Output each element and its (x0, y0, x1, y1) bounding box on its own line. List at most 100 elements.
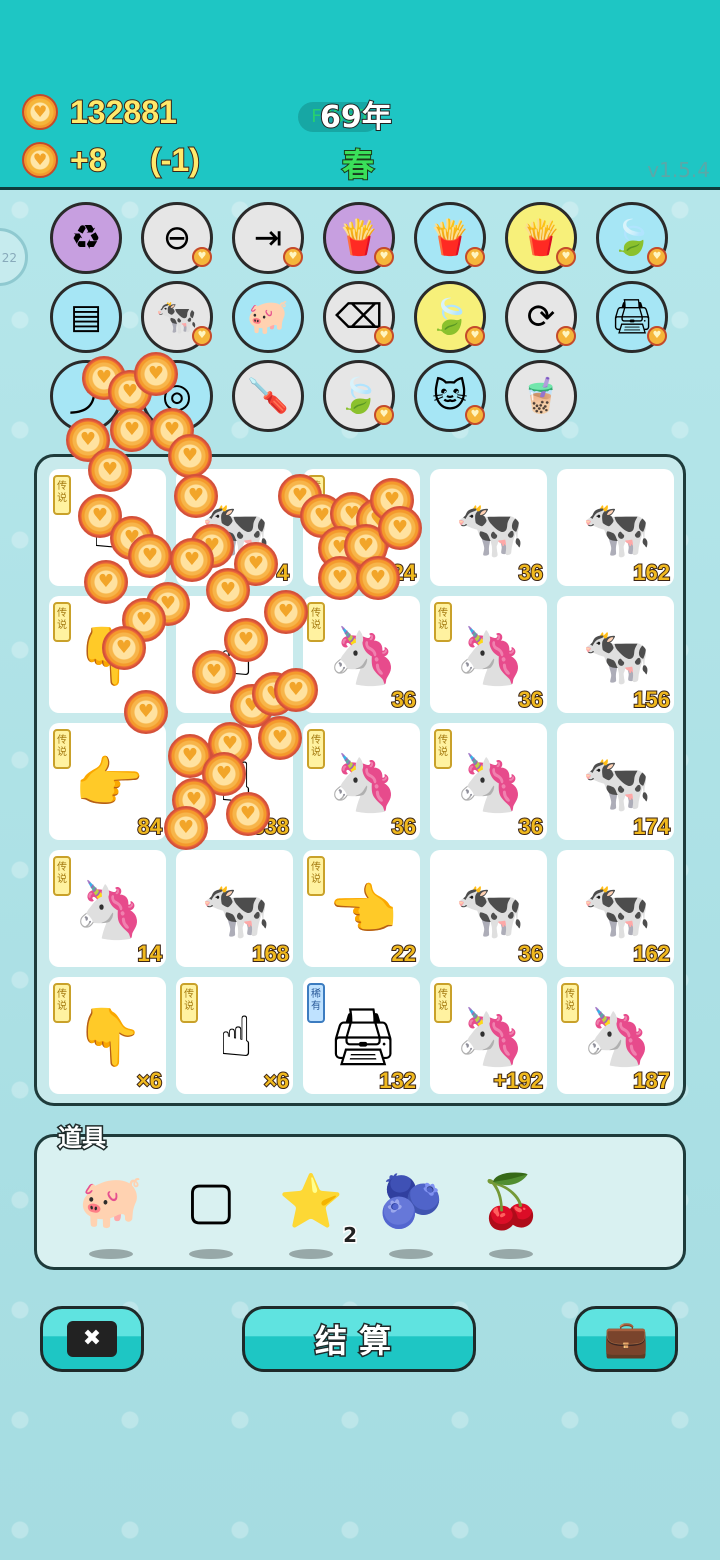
coin-badge-icon: ♥ (465, 405, 485, 425)
coin-icon: ♥ (168, 434, 212, 478)
board-cell[interactable]: 🐄 36 (430, 850, 547, 967)
board-cell[interactable]: 传说 👉 84 (49, 723, 166, 840)
cow-icon: 🐄 (582, 497, 652, 562)
ability-button[interactable]: 🧋 (505, 360, 577, 432)
coin-badge-icon: ♥ (374, 326, 394, 346)
item-count: 2 (342, 1222, 359, 1249)
ability-button[interactable]: 🖨 ♥ (596, 281, 668, 353)
ability-button[interactable]: 🍃 ♥ (414, 281, 486, 353)
piggy-bank-icon: 🐖 (78, 1171, 144, 1232)
board-cell[interactable]: 传说 🦄 36 (303, 723, 420, 840)
recycle-icon: ♻ (70, 218, 102, 258)
coin-icon (22, 94, 58, 130)
cow-icon: 🐄 (455, 497, 525, 562)
blueberry-icon: 🫐 (378, 1171, 444, 1232)
unicorn-icon: 🦄 (328, 751, 398, 816)
coin-badge-icon: ♥ (374, 247, 394, 267)
remove-icon: ✖ (67, 1321, 117, 1357)
frame-icon: ▢ (186, 1171, 236, 1231)
board-cell[interactable]: 🐄 174 (557, 723, 674, 840)
bag-button[interactable]: 💼 (574, 1306, 678, 1372)
board-cell[interactable]: 稀有 🖨 132 (303, 977, 420, 1094)
board-cell[interactable]: 🐄 156 (557, 596, 674, 713)
refresh-icon: ⟳ (526, 297, 556, 337)
board-cell[interactable]: 传说 ☝ ×6 (176, 977, 293, 1094)
board-cell[interactable]: 传说 🦄 36 (430, 723, 547, 840)
coin-badge-icon: ♥ (556, 326, 576, 346)
board-cell[interactable]: 传说 👇 ×6 (49, 977, 166, 1094)
cow-pair-icon: 🐄 (155, 297, 199, 337)
board-cell[interactable]: 🐄 162 (557, 469, 674, 586)
cell-value: 36 (517, 559, 544, 586)
ability-button[interactable]: 🍃 ♥ (323, 360, 395, 432)
coin-icon: ♥ (110, 408, 154, 452)
item-shadow (89, 1249, 133, 1259)
ability-button[interactable]: ▤ (50, 281, 122, 353)
board-cell[interactable]: 传说 🦄 36 (303, 596, 420, 713)
printer-icon: 🖨 (327, 1005, 399, 1070)
ability-button[interactable]: ♻ (50, 202, 122, 274)
ability-button[interactable]: 🍃 ♥ (596, 202, 668, 274)
items-label: 道具 (57, 1123, 108, 1154)
board-cell[interactable]: 🐄 162 (557, 850, 674, 967)
ability-button[interactable]: 🐄 ♥ (141, 281, 213, 353)
fries-icon: 🍟 (519, 218, 563, 258)
coin-icon: ♥ (128, 534, 172, 578)
cell-value: 174 (632, 813, 671, 840)
ability-button[interactable]: 🪛 (232, 360, 304, 432)
coin-badge-icon: ♥ (465, 326, 485, 346)
coin-icon: ♥ (264, 590, 308, 634)
ability-button[interactable]: 🍟 ♥ (323, 202, 395, 274)
board-cell[interactable]: 传说 🦄 187 (557, 977, 674, 1094)
remove-button[interactable]: ✖ (40, 1306, 144, 1372)
coin-icon: ♥ (224, 618, 268, 662)
item-slot[interactable]: 🐖 (71, 1161, 151, 1259)
cell-value: ×6 (136, 1067, 163, 1094)
item-slot[interactable]: 🍒 (471, 1161, 551, 1259)
bubble-tea-icon: 🧋 (519, 376, 563, 416)
coin-icon (22, 142, 58, 178)
income-change: (-1) (149, 141, 201, 179)
settle-button[interactable]: 结算 (242, 1306, 476, 1372)
ability-button[interactable]: 🍟 ♥ (505, 202, 577, 274)
cell-value: 187 (632, 1067, 671, 1094)
pointing-hand-icon: 👇 (74, 1005, 144, 1070)
coin-badge-icon: ♥ (192, 326, 212, 346)
coin-icon: ♥ (356, 556, 400, 600)
ability-button[interactable]: ⇥ ♥ (232, 202, 304, 274)
star-icon: ⭐ (278, 1171, 344, 1232)
item-shadow (489, 1249, 533, 1259)
pointing-hand-icon: 👈 (328, 878, 398, 943)
cell-value: ×6 (263, 1067, 290, 1094)
coin-badge-icon: ♥ (192, 247, 212, 267)
ability-button[interactable]: 🐖 (232, 281, 304, 353)
items-panel: 🐖 ▢ ⭐ 2 🫐 🍒 (34, 1134, 686, 1270)
board-cell[interactable]: 🐄 168 (176, 850, 293, 967)
cell-value: 168 (251, 940, 290, 967)
season-label: 春 (341, 145, 375, 185)
coin-icon: ♥ (102, 626, 146, 670)
board-cell[interactable]: 传说 🦄 36 (430, 596, 547, 713)
board-cell[interactable]: 传说 🦄 14 (49, 850, 166, 967)
ability-button[interactable]: ⟳ ♥ (505, 281, 577, 353)
coin-icon: ♥ (192, 650, 236, 694)
top-bar: 132881 +8 (-1) FPS60 69年 春 v1.5.4 (0, 0, 720, 190)
unicorn-icon: 🦄 (582, 1005, 652, 1070)
board-cell[interactable]: 传说 👈 22 (303, 850, 420, 967)
board-cell[interactable]: 🐄 36 (430, 469, 547, 586)
coin-total: 132881 (69, 93, 178, 131)
briefcase-icon: 💼 (603, 1319, 649, 1360)
coin-icon: ♥ (206, 568, 250, 612)
item-slot[interactable]: ⭐ 2 (271, 1161, 358, 1259)
coin-badge-icon: ♥ (647, 247, 667, 267)
board-cell[interactable]: 传说 🦄 +192 (430, 977, 547, 1094)
ability-button[interactable]: 🐱 ♥ (414, 360, 486, 432)
ability-button[interactable]: 🍟 ♥ (414, 202, 486, 274)
ability-button[interactable]: ⊖ ♥ (141, 202, 213, 274)
item-slot[interactable]: ▢ (171, 1161, 251, 1259)
skip-icon: ⇥ (253, 218, 283, 258)
skirt-icon: ▤ (69, 297, 103, 337)
cell-value: 36 (517, 813, 544, 840)
ability-button[interactable]: ⌫ ♥ (323, 281, 395, 353)
item-slot[interactable]: 🫐 (371, 1161, 451, 1259)
